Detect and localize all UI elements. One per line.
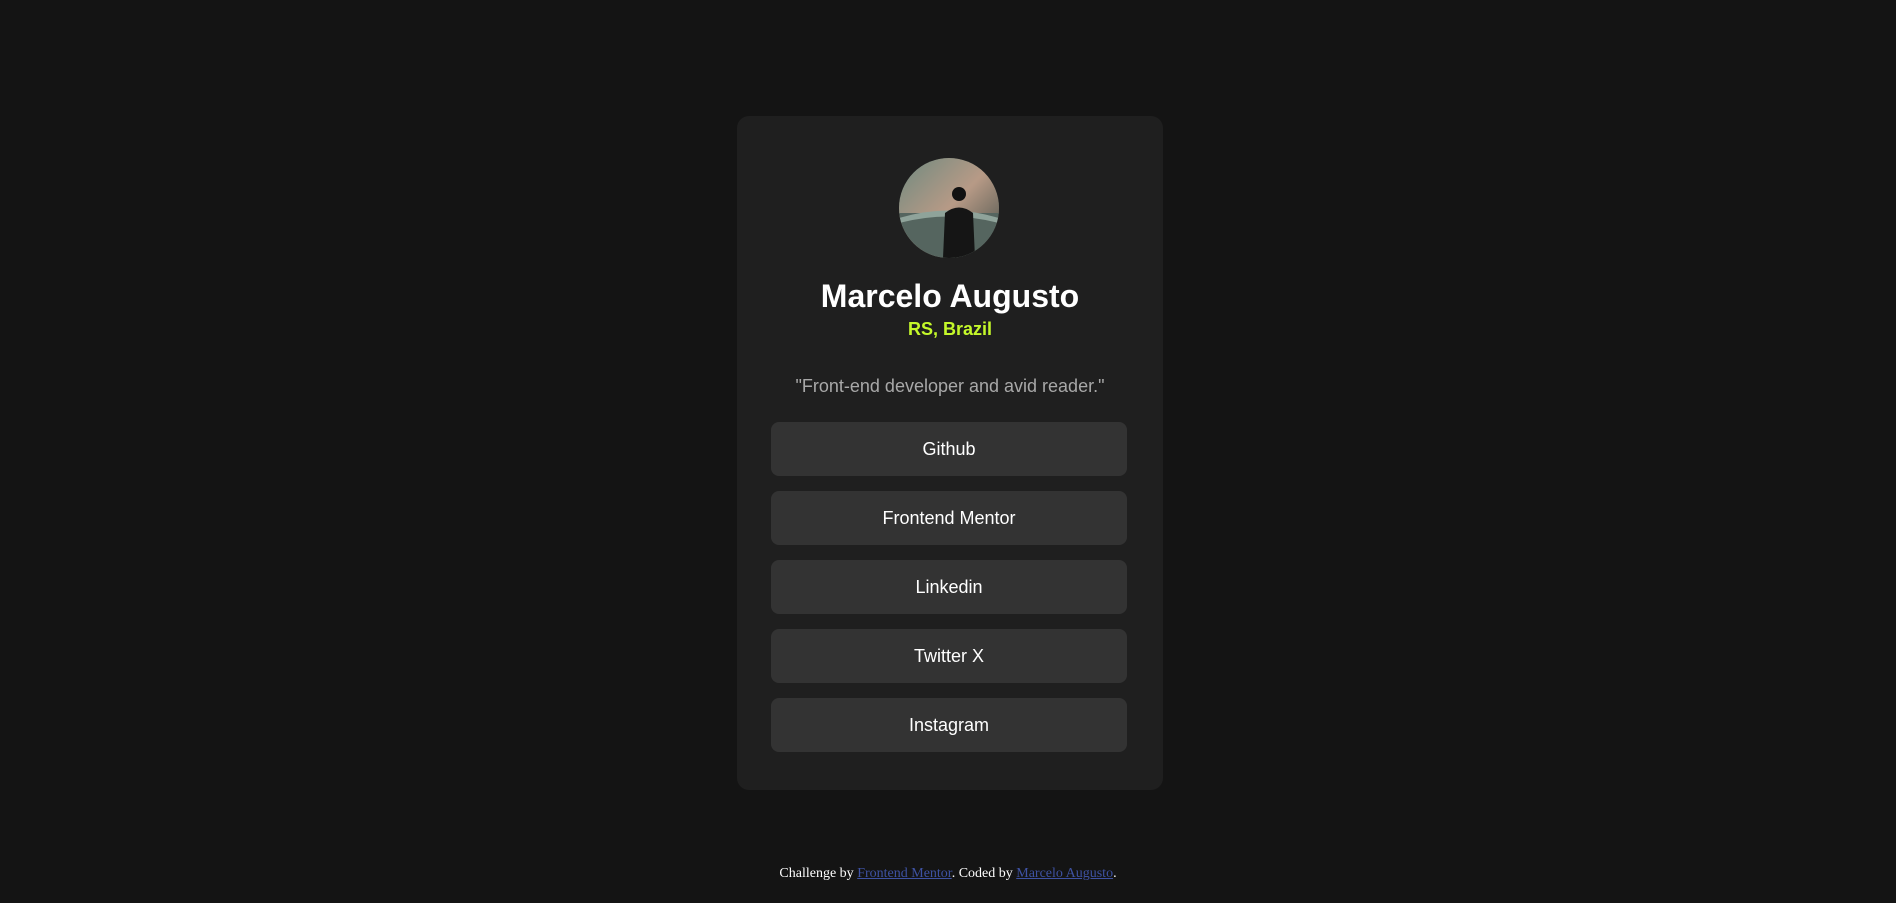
avatar-image [899, 158, 999, 258]
footer-middle: . Coded by [951, 866, 1017, 881]
attribution-footer: Challenge by Frontend Mentor. Coded by M… [0, 866, 1896, 882]
linkedin-button[interactable]: Linkedin [771, 560, 1127, 614]
profile-bio: "Front-end developer and avid reader." [795, 376, 1105, 396]
avatar [899, 158, 999, 258]
profile-location: RS, Brazil [907, 319, 993, 339]
instagram-button[interactable]: Instagram [771, 698, 1127, 752]
twitter-x-button[interactable]: Twitter X [771, 629, 1127, 683]
author-link[interactable]: Marcelo Augusto [1016, 866, 1113, 881]
profile-card: Marcelo Augusto RS, Brazil "Front-end de… [737, 116, 1163, 790]
footer-suffix: . [1113, 866, 1117, 881]
frontend-mentor-button[interactable]: Frontend Mentor [771, 491, 1127, 545]
footer-prefix: Challenge by [779, 866, 858, 881]
social-links: Github Frontend Mentor Linkedin Twitter … [771, 422, 1127, 767]
profile-name: Marcelo Augusto [820, 278, 1080, 314]
github-button[interactable]: Github [771, 422, 1127, 476]
frontend-mentor-link[interactable]: Frontend Mentor [857, 866, 952, 881]
